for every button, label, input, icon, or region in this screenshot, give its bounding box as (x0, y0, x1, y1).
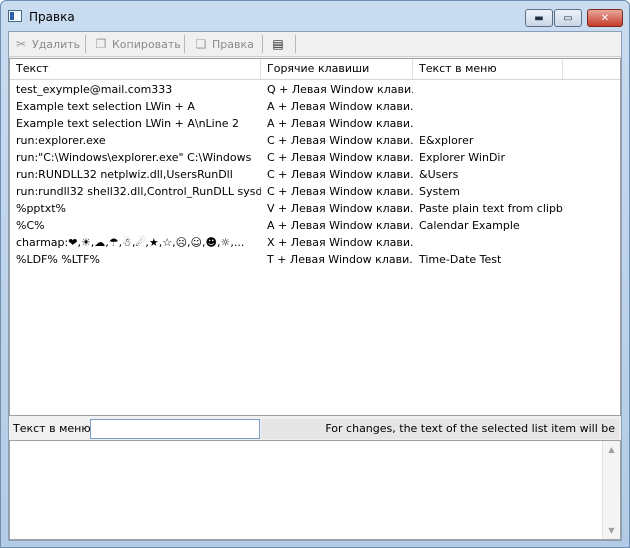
close-button[interactable]: ✕ (587, 9, 623, 27)
minimize-button[interactable]: ▬ (525, 9, 553, 27)
autosave-hint: For changes, the text of the selected li… (261, 419, 619, 455)
item-text-editor[interactable]: ▲ ▼ (9, 440, 621, 540)
table-row[interactable]: charmap:❤,☀,☁,☂,☃,☄,★,☆,☹,☺,☻,☼,... X + Л… (10, 234, 620, 251)
table-row[interactable]: run:rundll32 shell32.dll,Control_RunDLL … (10, 183, 620, 200)
list-rows: test_exymple@mail.com333 Q + Левая Window… (10, 81, 620, 268)
cell-text: run:explorer.exe (16, 134, 106, 147)
maximize-button[interactable]: ▭ (554, 9, 582, 27)
edit-button[interactable]: ❏ Правка (193, 34, 254, 54)
column-header-menu-text[interactable]: Текст в меню (413, 59, 563, 79)
table-row[interactable]: Example text selection LWin + A A + Левая… (10, 98, 620, 115)
table-row[interactable]: run:"C:\Windows\explorer.exe" C:\Windows… (10, 149, 620, 166)
cell-menu-text: &Users (419, 168, 459, 181)
cell-hotkey: X + Левая Window клави... (267, 236, 413, 249)
cell-hotkey: Q + Левая Window клави... (267, 83, 413, 96)
copy-icon: ❐ (95, 37, 107, 51)
menu-text-label: Текст в меню: (13, 422, 95, 435)
table-row[interactable]: %LDF% %LTF% T + Левая Window клави... Time… (10, 251, 620, 268)
menu-text-bar: Текст в меню: For changes, the text of t… (9, 418, 621, 455)
cell-text: %LDF% %LTF% (16, 253, 100, 266)
cell-text: run:RUNDLL32 netplwiz.dll,UsersRunDll (16, 168, 233, 181)
toolbar-separator (85, 35, 86, 53)
cell-menu-text: System (419, 185, 461, 198)
table-row[interactable]: %pptxt% V + Левая Window клави... Paste pl… (10, 200, 620, 217)
toolbar-separator (295, 35, 296, 53)
column-header-filler (563, 59, 620, 79)
table-row[interactable]: run:RUNDLL32 netplwiz.dll,UsersRunDll C +… (10, 166, 620, 183)
cell-menu-text: Explorer WinDir (419, 151, 506, 164)
table-row[interactable]: test_exymple@mail.com333 Q + Левая Window… (10, 81, 620, 98)
toolbar: ✂ Удалить ❐ Копировать ❏ Правка ▤ (9, 32, 621, 57)
maximize-icon: ▭ (563, 12, 573, 24)
copy-button[interactable]: ❐ Копировать (93, 34, 181, 54)
column-header-text[interactable]: Текст (10, 59, 261, 79)
cell-hotkey: V + Левая Window клави... (267, 202, 413, 215)
cell-menu-text: Calendar Example (419, 219, 520, 232)
cell-hotkey: A + Левая Window клави... (267, 117, 413, 130)
delete-button[interactable]: ✂ Удалить (13, 34, 80, 54)
menu-text-input[interactable] (90, 419, 260, 439)
table-row[interactable]: run:explorer.exe C + Левая Window клави..… (10, 132, 620, 149)
cell-text: run:"C:\Windows\explorer.exe" C:\Windows (16, 151, 252, 164)
column-header-hotkeys[interactable]: Горячие клавиши (261, 59, 413, 79)
cell-menu-text: Time-Date Test (419, 253, 502, 266)
cell-hotkey: A + Левая Window клави... (267, 219, 413, 232)
toolbar-separator (262, 35, 263, 53)
cell-hotkey: C + Левая Window клави... (267, 168, 413, 181)
app-icon (8, 10, 22, 22)
items-listview[interactable]: Текст Горячие клавиши Текст в меню test_… (9, 58, 621, 416)
scroll-down-icon[interactable]: ▼ (603, 522, 620, 539)
table-row[interactable]: %C% A + Левая Window клави... Calendar Exa… (10, 217, 620, 234)
minimize-icon: ▬ (534, 12, 544, 24)
cell-hotkey: C + Левая Window клави... (267, 134, 413, 147)
close-icon: ✕ (600, 12, 610, 24)
edit-icon: ❏ (195, 37, 207, 51)
editor-scrollbar[interactable]: ▲ ▼ (602, 441, 620, 539)
window-title: Правка (29, 10, 75, 24)
cell-hotkey: A + Левая Window клави... (267, 100, 413, 113)
cell-text: %pptxt% (16, 202, 67, 215)
title-bar[interactable]: Правка ▬ ▭ ✕ (1, 1, 629, 31)
window-list-icon: ▤ (272, 37, 284, 51)
copy-label: Копировать (112, 37, 181, 51)
cell-text: %C% (16, 219, 45, 232)
cell-text: test_exymple@mail.com333 (16, 83, 173, 96)
cell-menu-text: Paste plain text from clipbo... (419, 202, 563, 215)
cell-hotkey: T + Левая Window клави... (267, 253, 413, 266)
scroll-up-icon[interactable]: ▲ (603, 441, 620, 458)
list-header: Текст Горячие клавиши Текст в меню (10, 59, 620, 80)
window-list-button[interactable]: ▤ (270, 34, 289, 54)
edit-label: Правка (212, 37, 254, 51)
cell-menu-text: E&xplorer (419, 134, 474, 147)
cell-hotkey: C + Левая Window клави... (267, 185, 413, 198)
cell-text: Example text selection LWin + A (16, 100, 195, 113)
client-area: ✂ Удалить ❐ Копировать ❏ Правка ▤ Текст … (8, 31, 622, 541)
app-window: Правка ▬ ▭ ✕ ✂ Удалить ❐ Копировать ❏ Пр… (0, 0, 630, 548)
table-row[interactable]: Example text selection LWin + A\nLine 2 A… (10, 115, 620, 132)
delete-label: Удалить (32, 37, 81, 51)
scissors-icon: ✂ (15, 37, 27, 51)
cell-text: Example text selection LWin + A\nLine 2 (16, 117, 239, 130)
cell-text: charmap:❤,☀,☁,☂,☃,☄,★,☆,☹,☺,☻,☼,... (16, 236, 245, 249)
cell-hotkey: C + Левая Window клави... (267, 151, 413, 164)
toolbar-separator (184, 35, 185, 53)
cell-text: run:rundll32 shell32.dll,Control_RunDLL … (16, 185, 261, 198)
